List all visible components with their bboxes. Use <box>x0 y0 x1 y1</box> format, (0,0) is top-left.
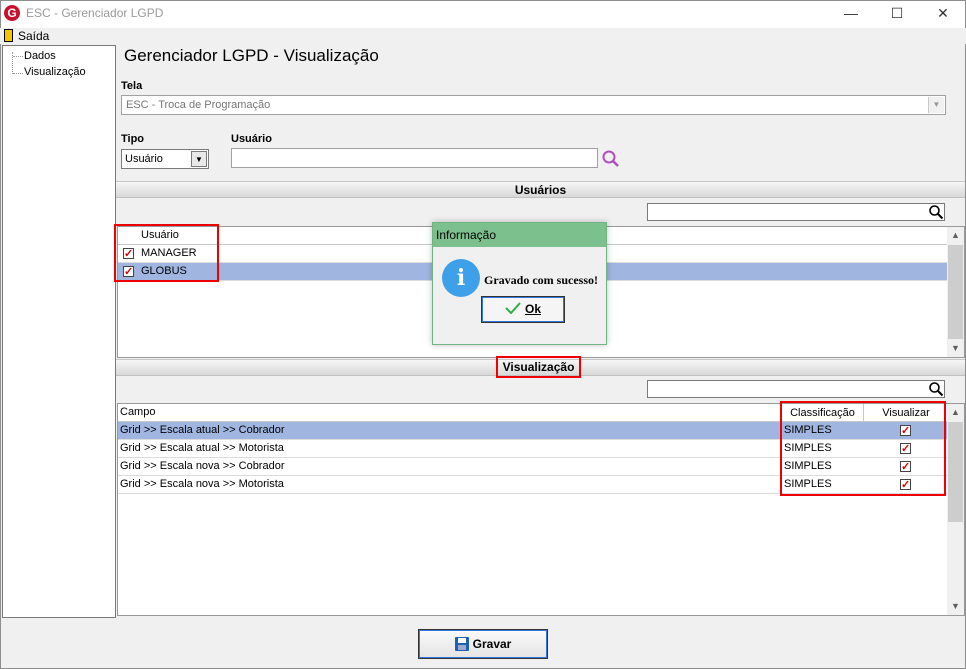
tipo-label: Tipo <box>121 133 145 145</box>
check-icon <box>505 302 521 315</box>
highlight-box <box>780 401 946 496</box>
campo-cell: Grid >> Escala nova >> Motorista <box>120 478 284 490</box>
usuarios-filter-input[interactable] <box>647 203 945 221</box>
minimize-button[interactable]: — <box>828 0 874 28</box>
close-button[interactable]: ✕ <box>920 0 966 28</box>
search-icon[interactable] <box>928 204 944 220</box>
scroll-thumb[interactable] <box>948 245 963 339</box>
dialog-message: Gravado com sucesso! <box>484 273 598 287</box>
scroll-down-icon[interactable]: ▼ <box>947 340 964 357</box>
nav-tree <box>2 45 116 618</box>
page-title: Gerenciador LGPD - Visualização <box>124 46 379 65</box>
tipo-select[interactable]: Usuário ▼ <box>121 149 209 169</box>
menu-bar <box>0 28 966 44</box>
campo-cell: Grid >> Escala atual >> Cobrador <box>120 424 285 436</box>
scroll-up-icon[interactable]: ▲ <box>947 227 964 244</box>
campo-cell: Grid >> Escala nova >> Cobrador <box>120 460 285 472</box>
tree-item-visualizacao[interactable]: Visualização <box>24 66 86 78</box>
visualizacao-filter-input[interactable] <box>647 380 945 398</box>
column-campo[interactable]: Campo <box>120 406 155 418</box>
ok-label: Ok <box>524 302 541 316</box>
window-title: ESC - Gerenciador LGPD <box>26 6 164 20</box>
search-icon[interactable] <box>928 381 944 397</box>
dialog-title: Informação <box>433 223 606 247</box>
campo-cell: Grid >> Escala atual >> Motorista <box>120 442 284 454</box>
scroll-down-icon[interactable]: ▼ <box>947 598 964 615</box>
tela-select[interactable]: ESC - Troca de Programação ▼ <box>121 95 946 115</box>
chevron-down-icon[interactable]: ▼ <box>928 97 944 113</box>
app-logo-icon: G <box>4 5 20 21</box>
maximize-button[interactable]: ☐ <box>874 0 920 28</box>
chevron-down-icon[interactable]: ▼ <box>191 151 207 167</box>
info-dialog: Informação i Gravado com sucesso! Ok <box>432 222 607 345</box>
usuario-label: Usuário <box>231 133 272 145</box>
visualizacao-scrollbar[interactable]: ▲ ▼ <box>947 404 964 615</box>
usuario-input[interactable] <box>231 148 598 168</box>
usuarios-scrollbar[interactable]: ▲ ▼ <box>947 227 964 357</box>
save-icon <box>454 637 469 651</box>
gravar-button[interactable]: Gravar <box>418 629 548 659</box>
door-icon <box>4 29 13 42</box>
gravar-label: Gravar <box>472 637 512 651</box>
tree-connector <box>13 56 23 57</box>
highlight-box <box>114 224 219 282</box>
info-icon: i <box>442 259 480 297</box>
tela-label: Tela <box>121 80 143 92</box>
menu-exit[interactable]: Saída <box>18 29 49 43</box>
search-icon[interactable] <box>601 149 621 169</box>
tree-item-dados[interactable]: Dados <box>24 50 56 62</box>
visualizacao-section-title: Visualização <box>496 356 581 378</box>
ok-button[interactable]: Ok <box>481 296 565 323</box>
tree-connector <box>13 73 23 74</box>
scroll-thumb[interactable] <box>948 422 963 522</box>
tipo-select-value: Usuário <box>125 153 163 165</box>
scroll-up-icon[interactable]: ▲ <box>947 404 964 421</box>
usuarios-section-header: Usuários <box>116 181 965 198</box>
tela-select-value: ESC - Troca de Programação <box>126 99 271 111</box>
